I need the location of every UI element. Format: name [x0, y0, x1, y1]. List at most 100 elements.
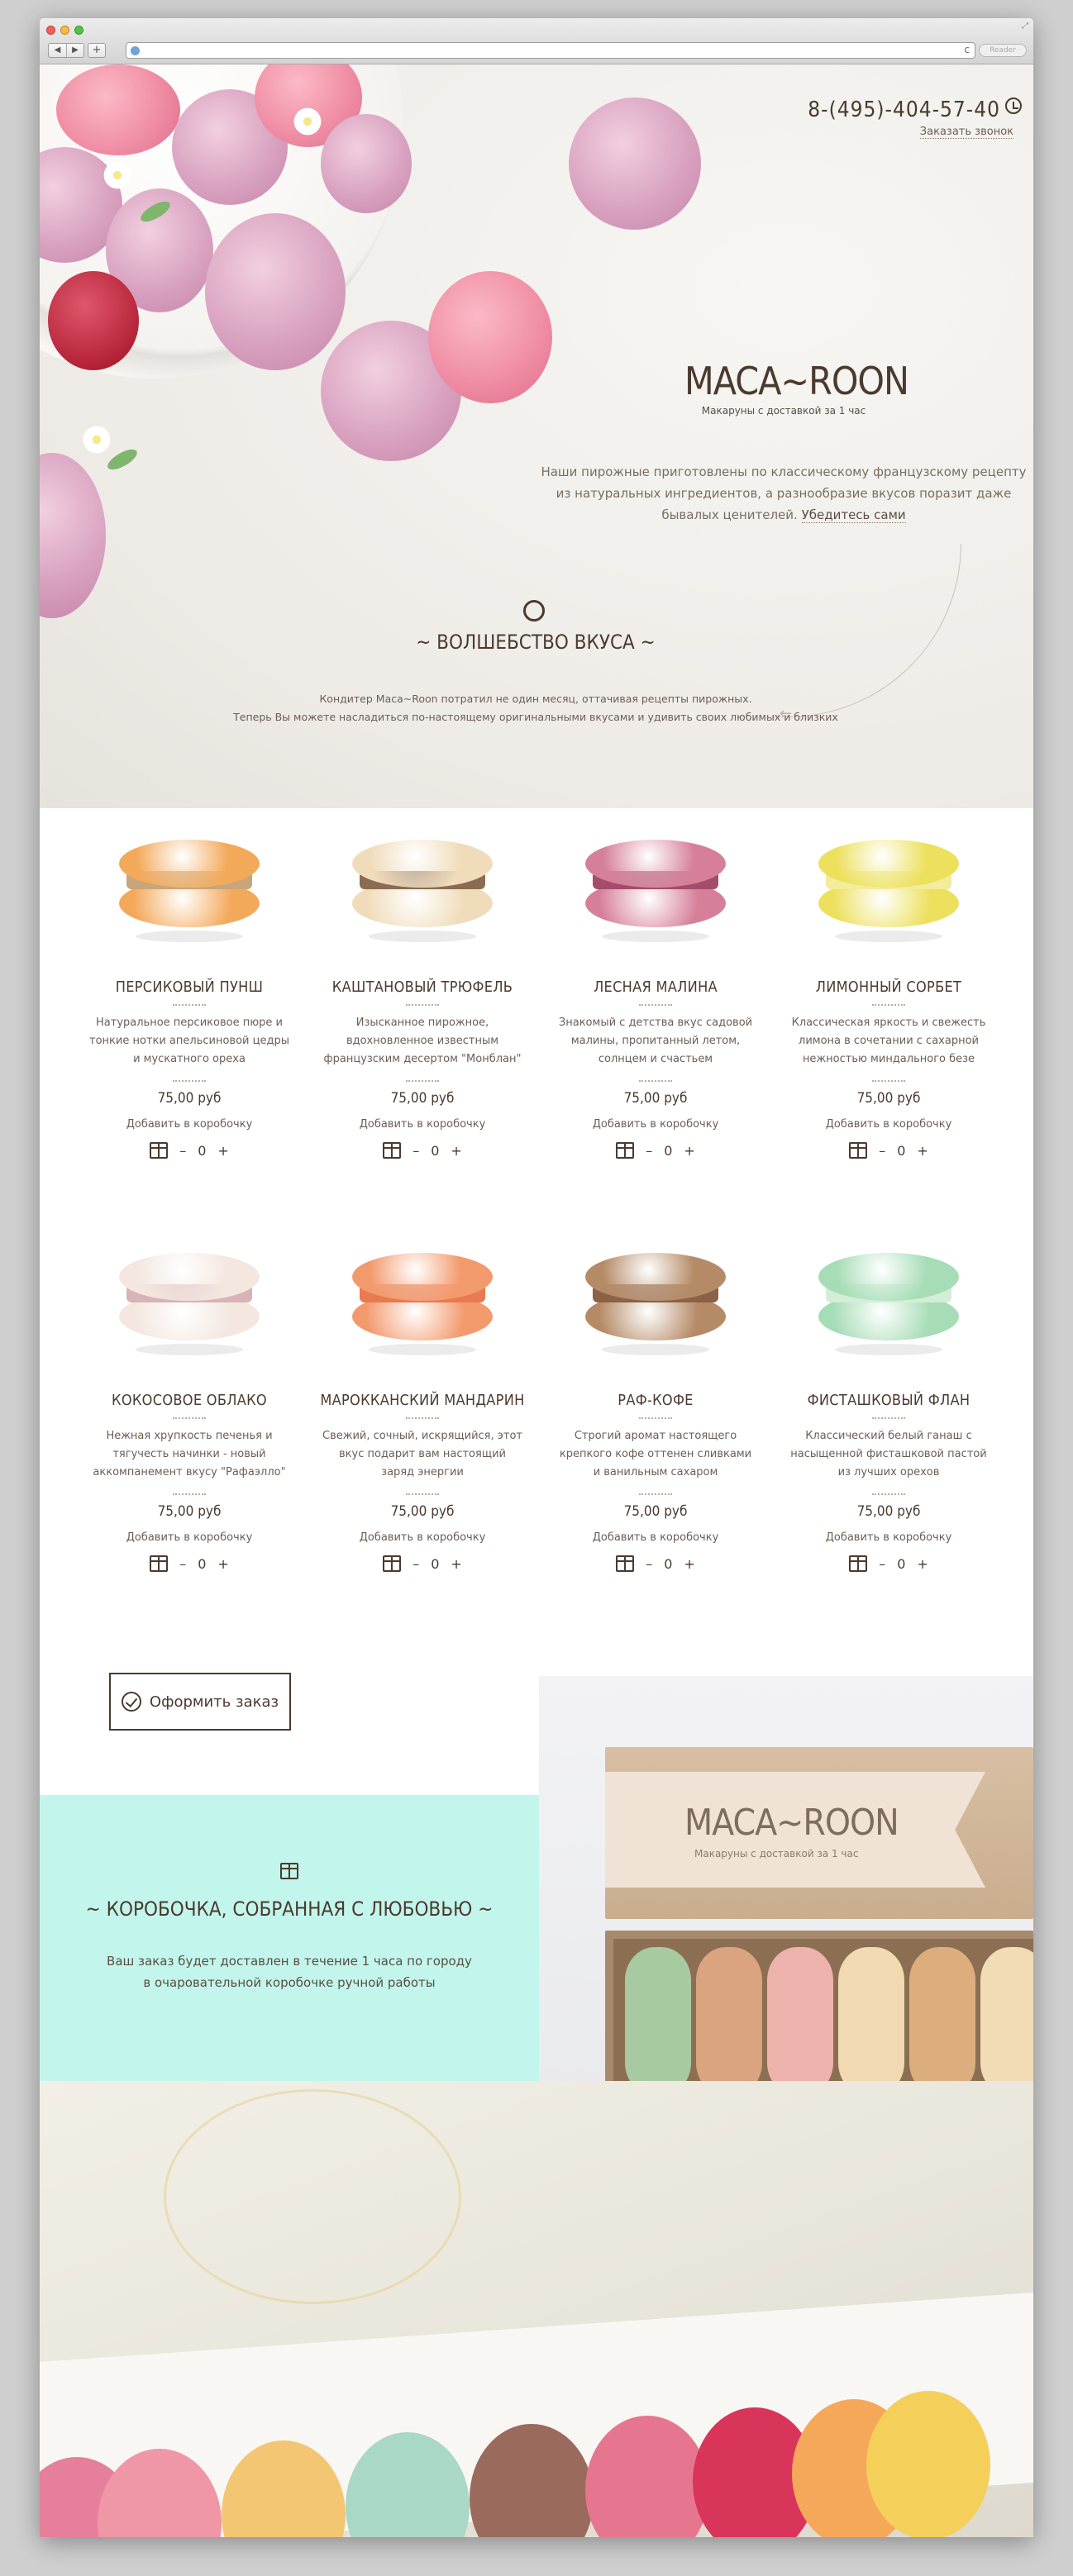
product-description: Свежий, сочный, искрящийся, этот вкус по… — [322, 1430, 522, 1478]
divider — [872, 1004, 905, 1006]
box-line: в очаровательной коробочке ручной работы — [143, 1975, 436, 1990]
add-to-box-link[interactable]: Добавить в коробочку — [306, 1118, 539, 1131]
phone-number[interactable]: 8-(495)-404-57-40 — [808, 98, 1000, 122]
add-to-box-link[interactable]: Добавить в коробочку — [539, 1531, 772, 1544]
window-controls — [46, 26, 83, 35]
gift-icon — [616, 1555, 635, 1572]
product-name: МАРОККАНСКИЙ МАНДАРИН — [320, 1392, 525, 1409]
product-description: Натуральное персиковое пюре и тонкие нот… — [89, 1017, 289, 1065]
decrease-button[interactable]: – — [879, 1143, 885, 1159]
decrease-button[interactable]: – — [413, 1556, 419, 1572]
hero-section: 8-(495)-404-57-40 Заказать звонок MACA~R… — [40, 64, 1033, 808]
decrease-button[interactable]: – — [179, 1143, 186, 1159]
intro-link[interactable]: Убедитесь сами — [801, 507, 906, 523]
divider — [173, 1004, 206, 1006]
divider — [406, 1493, 439, 1495]
decrease-button[interactable]: – — [646, 1143, 652, 1159]
macaron-image — [581, 1253, 730, 1355]
forward-button[interactable]: ▶ — [66, 44, 83, 57]
add-to-box-link[interactable]: Добавить в коробочку — [772, 1118, 1005, 1131]
box-section: ~ КОРОБОЧКА, СОБРАННАЯ С ЛЮБОВЬЮ ~ Ваш з… — [40, 1795, 539, 2083]
product-description: Строгий аромат настоящего крепкого кофе … — [559, 1430, 752, 1478]
macaron-image — [348, 1253, 497, 1355]
section-line: Теперь Вы можете насладиться по-настояще… — [233, 711, 838, 723]
add-to-box-link[interactable]: Добавить в коробочку — [73, 1531, 306, 1544]
quantity-value: 0 — [897, 1142, 906, 1159]
address-bar[interactable]: c — [126, 42, 975, 59]
increase-button[interactable]: + — [217, 1143, 228, 1159]
back-button[interactable]: ◀ — [49, 44, 66, 57]
reader-button[interactable]: Reader — [979, 44, 1027, 57]
decrease-button[interactable]: – — [879, 1556, 885, 1572]
box-tagline: Макаруны с доставкой за 1 час — [694, 1848, 859, 1859]
minimize-window-button[interactable] — [60, 26, 69, 35]
product-card: ПЕРСИКОВЫЙ ПУНШ Натуральное персиковое пю… — [73, 808, 306, 1221]
gift-icon — [383, 1142, 402, 1159]
new-tab-button[interactable]: + — [88, 43, 106, 58]
product-card: ЛЕСНАЯ МАЛИНА Знакомый с детства вкус сад… — [539, 808, 772, 1221]
divider — [406, 1417, 439, 1419]
macaron-photo — [585, 2416, 709, 2537]
add-to-box-link[interactable]: Добавить в коробочку — [73, 1118, 306, 1131]
product-price: 75,00 руб — [623, 1503, 688, 1520]
divider — [872, 1417, 905, 1419]
ornament-frame — [164, 2089, 461, 2304]
product-price: 75,00 руб — [623, 1090, 688, 1107]
product-price: 75,00 руб — [390, 1090, 455, 1107]
macaron-photo — [866, 2391, 990, 2537]
reload-icon[interactable]: c — [964, 44, 970, 55]
increase-button[interactable]: + — [917, 1143, 928, 1159]
logo-tagline: Макаруны с доставкой за 1 час — [701, 405, 866, 417]
divider — [406, 1004, 439, 1006]
divider — [406, 1080, 439, 1082]
zoom-window-button[interactable] — [74, 26, 83, 35]
quantity-stepper: –0 + — [73, 1142, 306, 1159]
page: 8-(495)-404-57-40 Заказать звонок MACA~R… — [40, 64, 1033, 2537]
product-row: ПЕРСИКОВЫЙ ПУНШ Натуральное персиковое пю… — [73, 808, 1007, 1221]
increase-button[interactable]: + — [684, 1556, 694, 1572]
divider — [173, 1417, 206, 1419]
product-name: РАФ-КОФЕ — [618, 1392, 694, 1409]
macaron-photo — [696, 1947, 762, 2096]
quantity-stepper: –0 + — [306, 1555, 539, 1572]
product-price: 75,00 руб — [390, 1503, 455, 1520]
macaron-image — [814, 1253, 963, 1355]
macaron-image — [115, 840, 264, 942]
add-to-box-link[interactable]: Добавить в коробочку — [539, 1118, 772, 1131]
decrease-button[interactable]: – — [646, 1556, 652, 1572]
product-price: 75,00 руб — [157, 1503, 222, 1520]
gift-icon — [280, 1863, 298, 1879]
clock-icon — [1005, 98, 1022, 114]
divider — [639, 1004, 672, 1006]
decrease-button[interactable]: – — [413, 1143, 419, 1159]
globe-icon — [131, 46, 140, 55]
quantity-stepper: –0 + — [772, 1142, 1005, 1159]
increase-button[interactable]: + — [451, 1143, 461, 1159]
close-window-button[interactable] — [46, 26, 55, 35]
increase-button[interactable]: + — [684, 1143, 694, 1159]
macaron-outline-icon — [523, 600, 545, 621]
product-name: ЛИМОННЫЙ СОРБЕТ — [815, 978, 962, 996]
decrease-button[interactable]: – — [179, 1556, 186, 1572]
fullscreen-icon[interactable]: ⤢ — [1022, 21, 1028, 31]
product-name: КОКОСОВОЕ ОБЛАКО — [112, 1392, 267, 1409]
section-title: ~ ВОЛШЕБСТВО ВКУСА ~ — [416, 631, 656, 654]
callback-link[interactable]: Заказать звонок — [919, 126, 1013, 139]
add-to-box-link[interactable]: Добавить в коробочку — [306, 1531, 539, 1544]
increase-button[interactable]: + — [217, 1556, 228, 1572]
box-line: Ваш заказ будет доставлен в течение 1 ча… — [107, 1954, 472, 1969]
macaron-photo — [909, 1947, 975, 2096]
product-card: КАШТАНОВЫЙ ТРЮФЕЛЬ Изысканное пирожное, в… — [306, 808, 539, 1221]
divider — [173, 1493, 206, 1495]
checkout-button[interactable]: Оформить заказ — [109, 1673, 291, 1731]
product-price: 75,00 руб — [157, 1090, 222, 1107]
quantity-value: 0 — [897, 1555, 906, 1572]
macaron-photo — [838, 1947, 904, 2096]
increase-button[interactable]: + — [917, 1556, 928, 1572]
add-to-box-link[interactable]: Добавить в коробочку — [772, 1531, 1005, 1544]
increase-button[interactable]: + — [451, 1556, 461, 1572]
gift-icon — [383, 1555, 402, 1572]
phone-block: 8-(495)-404-57-40 Заказать звонок — [808, 98, 1022, 139]
product-description: Изысканное пирожное, вдохновленное извес… — [323, 1017, 522, 1065]
quantity-stepper: –0 + — [539, 1142, 772, 1159]
